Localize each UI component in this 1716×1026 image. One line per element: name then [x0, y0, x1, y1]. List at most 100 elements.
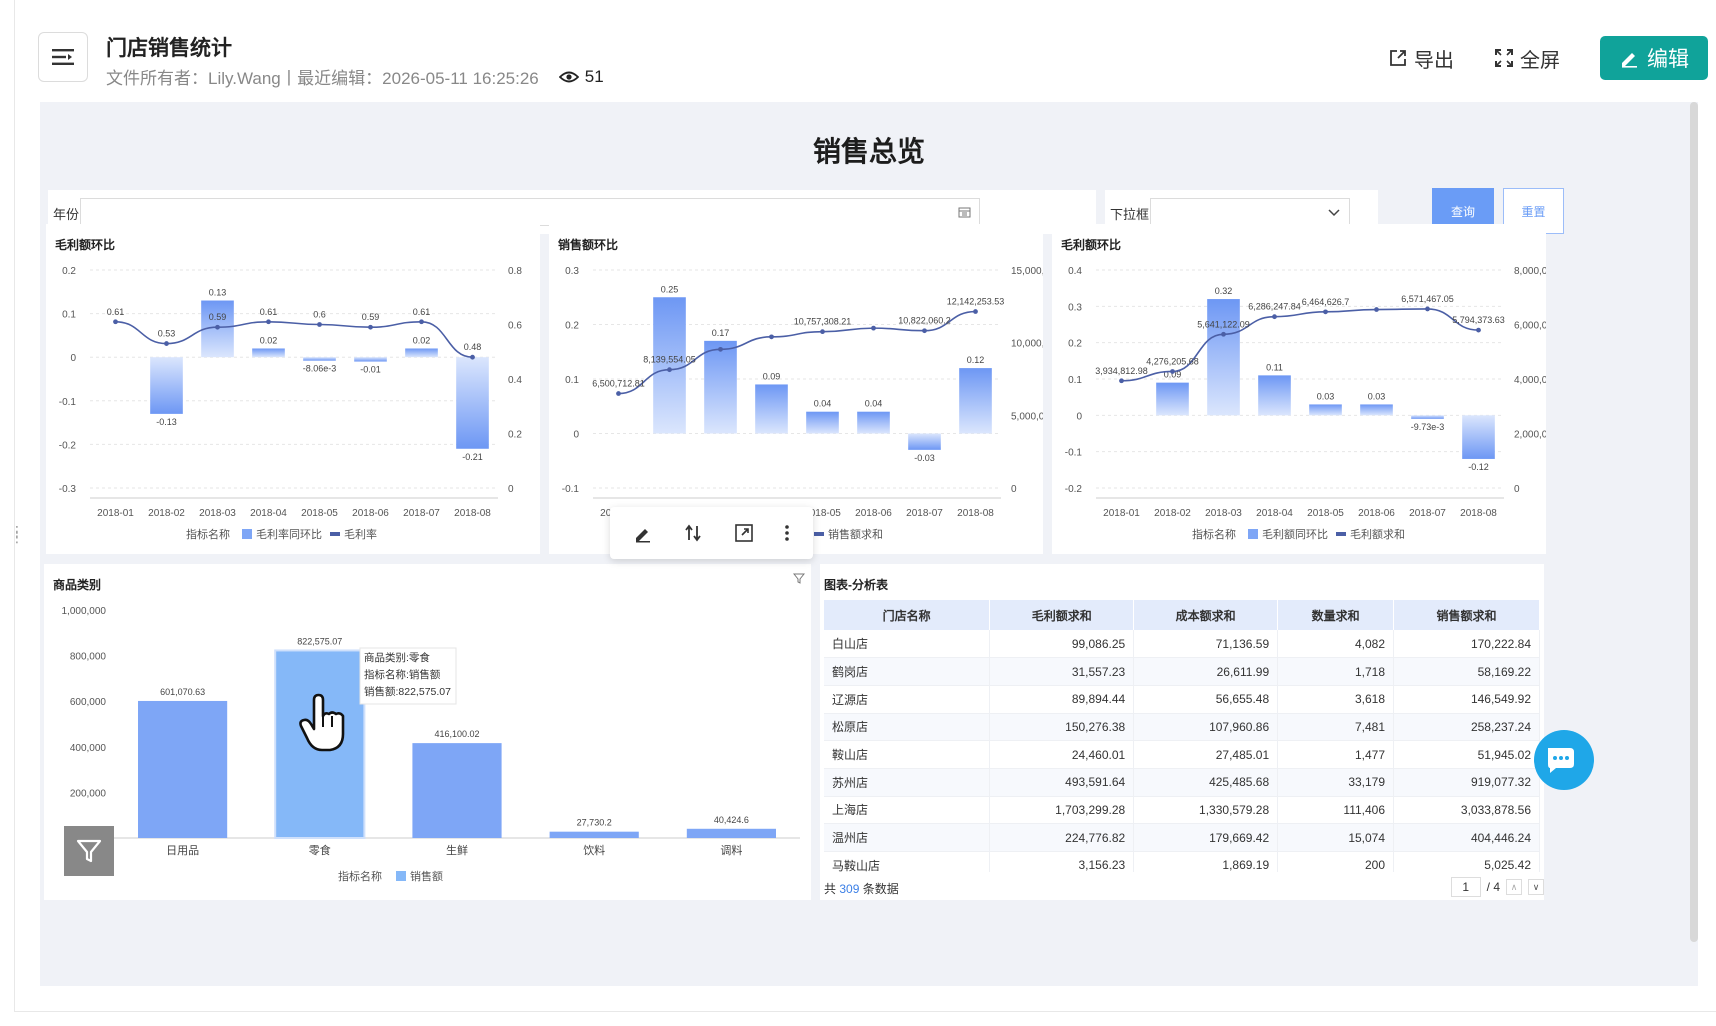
- column-header[interactable]: 毛利额求和: [989, 600, 1135, 630]
- column-header[interactable]: 成本额求和: [1133, 600, 1279, 630]
- bar[interactable]: [908, 433, 941, 450]
- legend-swatch: [242, 529, 252, 539]
- line-label: 10,757,308.21: [794, 317, 852, 327]
- line-point[interactable]: [1221, 331, 1226, 337]
- dropdown-select[interactable]: [1150, 198, 1350, 226]
- legend: 指标名称 毛利额同环比 毛利额求和: [1192, 527, 1405, 541]
- page-up-icon[interactable]: ∧: [1506, 879, 1522, 895]
- line-point[interactable]: [922, 328, 927, 334]
- table-row[interactable]: 辽源店 89,894.44 56,655.48 3,618 146,549.92: [824, 685, 1540, 714]
- line-point[interactable]: [1476, 327, 1481, 333]
- table-cell: 89,894.44: [989, 685, 1135, 714]
- sales-mom-chart: 0.3 0.2 0.1 0 -0.1 15,000,000 10,000,000 5,000,…: [562, 266, 1062, 541]
- bar[interactable]: [686, 828, 776, 838]
- y-tick-label: 200,000: [70, 788, 107, 799]
- line-point[interactable]: [718, 346, 723, 352]
- table-row[interactable]: 温州店 224,776.82 179,669.42 15,074 404,446.24: [824, 823, 1540, 852]
- bar[interactable]: [1207, 299, 1240, 416]
- bar[interactable]: [1156, 382, 1189, 416]
- vertical-scrollbar[interactable]: [1690, 102, 1698, 942]
- column-header[interactable]: 数量求和: [1277, 600, 1395, 630]
- bar[interactable]: [755, 384, 788, 434]
- page-input[interactable]: 1: [1450, 877, 1481, 897]
- line-point[interactable]: [1272, 314, 1277, 320]
- bar-label: 0.09: [763, 371, 781, 381]
- table-row[interactable]: 鹤岗店 31,557.23 26,611.99 1,718 58,169.22: [824, 657, 1540, 686]
- table-row[interactable]: 松原店 150,276.38 107,960.86 7,481 258,237.24: [824, 713, 1540, 742]
- table-row[interactable]: 苏州店 493,591.64 425,485.68 33,179 919,077.32: [824, 768, 1540, 797]
- filter-small-icon[interactable]: [793, 572, 805, 584]
- total-suffix: 条数据: [862, 882, 899, 896]
- fullscreen-button[interactable]: 全屏: [1494, 44, 1560, 73]
- line-point[interactable]: [820, 329, 825, 335]
- line-point[interactable]: [164, 341, 169, 346]
- line-point[interactable]: [1323, 309, 1328, 315]
- bar[interactable]: [1360, 404, 1393, 416]
- bar[interactable]: [653, 297, 686, 434]
- line-point[interactable]: [266, 319, 271, 325]
- year-input[interactable]: [80, 198, 980, 226]
- header-actions: 导出 全屏 编辑: [1388, 36, 1708, 80]
- column-header[interactable]: 销售额求和: [1393, 600, 1540, 630]
- page-down-icon[interactable]: ∨: [1528, 879, 1544, 895]
- bar[interactable]: [150, 357, 183, 414]
- bar[interactable]: [138, 700, 228, 838]
- line-point[interactable]: [973, 309, 978, 314]
- drag-handle-icon[interactable]: ⋮ ⋮: [10, 524, 24, 544]
- line-point[interactable]: [317, 322, 322, 327]
- bar[interactable]: [704, 340, 737, 434]
- view-count: 51: [558, 67, 604, 87]
- bar[interactable]: [1462, 415, 1495, 459]
- bar[interactable]: [252, 348, 285, 358]
- table-row[interactable]: 马鞍山店 3,156.23 1,869.19 200 5,025.42: [824, 851, 1540, 872]
- edit-button[interactable]: 编辑: [1600, 36, 1708, 80]
- line-point[interactable]: [871, 325, 876, 331]
- bar[interactable]: [549, 831, 639, 838]
- y-right-tick-label: 6,000,000: [1514, 321, 1546, 332]
- line-point[interactable]: [1119, 378, 1124, 384]
- table-cell: 白山店: [824, 630, 991, 659]
- bar[interactable]: [354, 357, 387, 362]
- line-point[interactable]: [667, 367, 672, 373]
- bar[interactable]: [857, 411, 890, 434]
- table-row[interactable]: 白山店 99,086.25 71,136.59 4,082 170,222.84: [824, 630, 1540, 659]
- line-point[interactable]: [470, 354, 475, 360]
- table-row[interactable]: 鞍山店 24,460.01 27,485.01 1,477 51,945.02: [824, 740, 1540, 769]
- bar[interactable]: [1258, 375, 1291, 416]
- bar[interactable]: [806, 411, 839, 434]
- chevron-down-icon: [1328, 209, 1340, 217]
- bar-label: 0.25: [661, 284, 679, 294]
- bar-label: -0.03: [914, 453, 935, 463]
- line-label: 0.61: [413, 307, 431, 317]
- swap-icon[interactable]: [683, 523, 703, 543]
- tooltip-line: 销售额:822,575.07: [364, 685, 451, 698]
- line-point[interactable]: [215, 324, 220, 330]
- edit-chart-icon[interactable]: [633, 523, 653, 543]
- bar[interactable]: [1309, 404, 1342, 416]
- table-row[interactable]: 上海店 1,703,299.28 1,330,579.28 111,406 3,033,…: [824, 796, 1540, 825]
- line-point[interactable]: [368, 324, 373, 330]
- export-button[interactable]: 导出: [1388, 44, 1454, 73]
- menu-button[interactable]: [38, 32, 88, 82]
- line-point[interactable]: [1374, 307, 1379, 312]
- bar[interactable]: [456, 357, 489, 449]
- expand-icon[interactable]: [734, 523, 754, 543]
- line-point[interactable]: [1170, 369, 1175, 374]
- bar[interactable]: [959, 368, 992, 434]
- line-point[interactable]: [1425, 306, 1430, 312]
- chat-button[interactable]: [1534, 730, 1594, 790]
- bar[interactable]: [405, 348, 438, 358]
- bar[interactable]: [412, 743, 502, 838]
- table-cell: 鞍山店: [824, 740, 991, 769]
- line-point[interactable]: [616, 391, 621, 396]
- bar[interactable]: [303, 357, 336, 361]
- line-point[interactable]: [113, 319, 118, 325]
- chart-title: 毛利额环比: [1061, 238, 1122, 252]
- filter-button[interactable]: [64, 826, 114, 876]
- column-header[interactable]: 门店名称: [824, 600, 991, 630]
- y-tick-label: 800,000: [70, 652, 107, 663]
- line-point[interactable]: [769, 334, 774, 340]
- line-point[interactable]: [419, 319, 424, 325]
- more-icon[interactable]: [784, 523, 790, 543]
- bar[interactable]: [1411, 415, 1444, 419]
